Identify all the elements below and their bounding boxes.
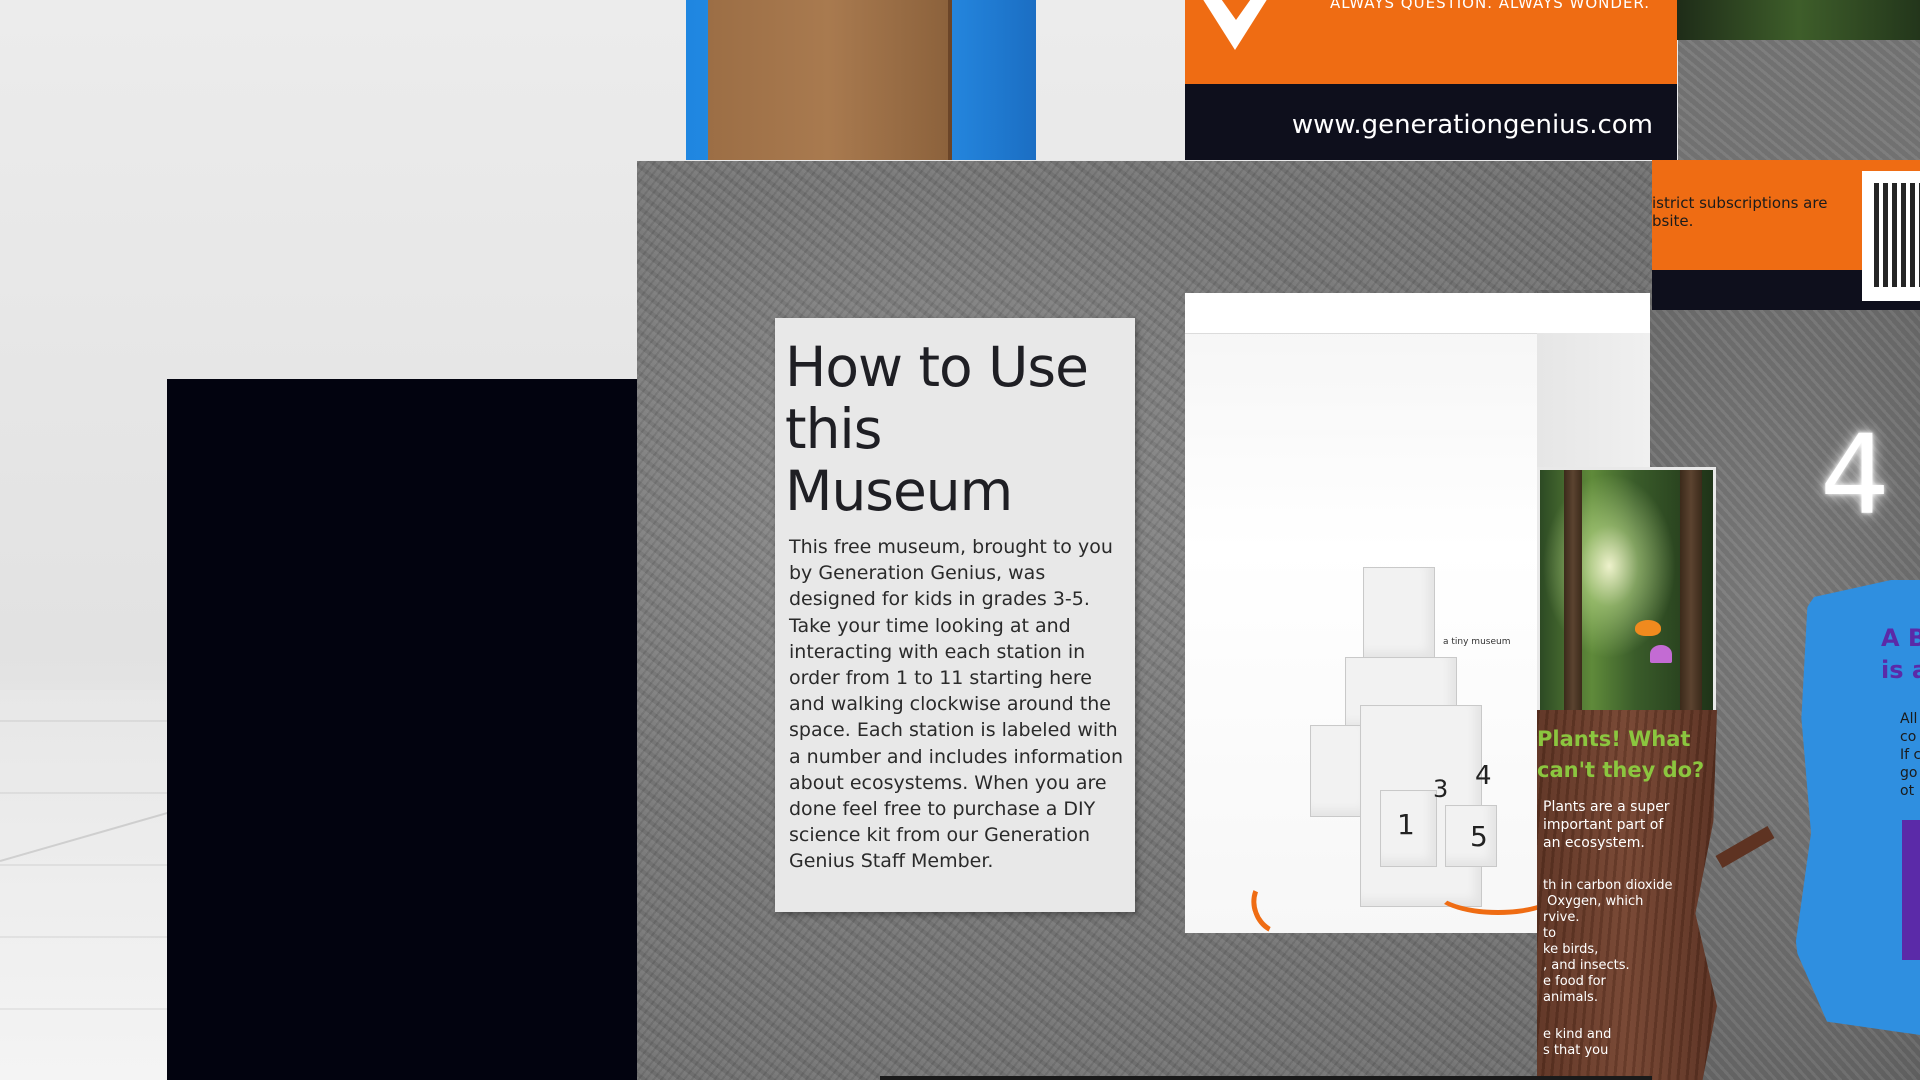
tiny-museum-model[interactable]: a tiny museum 1 3 4 5 [1243, 565, 1563, 942]
brown-box [708, 0, 952, 160]
blue-sign-text: All co If c go ot [1900, 711, 1920, 799]
banner-motto: ALWAYS QUESTION. ALWAYS WONDER. [1330, 0, 1651, 12]
model-number-1: 1 [1397, 808, 1415, 841]
model-number-4: 4 [1475, 761, 1492, 791]
bottom-edge-line [880, 1076, 1652, 1080]
blue-sign-title: A B is a [1881, 624, 1920, 684]
model-tower [1363, 567, 1435, 659]
model-number-3: 3 [1433, 775, 1449, 803]
model-number-5: 5 [1470, 820, 1488, 853]
qr-pattern [1874, 183, 1920, 287]
how-to-use-sign: How to Use this Museum This free museum,… [775, 318, 1135, 912]
generation-genius-banner: ALWAYS QUESTION. ALWAYS WONDER. www.gene… [1185, 0, 1677, 160]
lotus-flower-icon [1650, 645, 1672, 663]
butterfly-icon [1635, 620, 1661, 636]
plants-paragraph-3: e kind and s that you [1543, 1027, 1612, 1058]
dark-panel [167, 379, 637, 1080]
sign-body: This free museum, brought to you by Gene… [789, 536, 1124, 873]
plants-paragraph-1: Plants are a super important part of an … [1543, 799, 1670, 851]
display-case-top [1185, 293, 1650, 334]
sign-title: How to Use this Museum [785, 335, 1089, 523]
info-strip-text: istrict subscriptions are bsite. [1652, 194, 1828, 230]
qr-code-icon[interactable] [1862, 171, 1920, 301]
forest-strip-top [1677, 0, 1920, 40]
banner-url[interactable]: www.generationgenius.com [1292, 110, 1653, 140]
museum-scene: ALWAYS QUESTION. ALWAYS WONDER. www.gene… [0, 0, 1920, 1080]
banner-orange-band: ALWAYS QUESTION. ALWAYS WONDER. [1185, 0, 1677, 84]
tree-trunk [1680, 470, 1702, 710]
station-number: 4 [1820, 411, 1890, 539]
purple-bar [1902, 820, 1920, 960]
forest-picture [1537, 467, 1716, 713]
tree-trunk [1564, 470, 1582, 710]
plants-title: Plants! What can't they do? [1537, 727, 1705, 782]
plants-paragraph-2: th in carbon dioxide Oxygen, which rvive… [1543, 878, 1673, 1005]
model-label: a tiny museum [1443, 637, 1511, 647]
plants-sign: Plants! What can't they do? Plants are a… [1537, 710, 1717, 1080]
